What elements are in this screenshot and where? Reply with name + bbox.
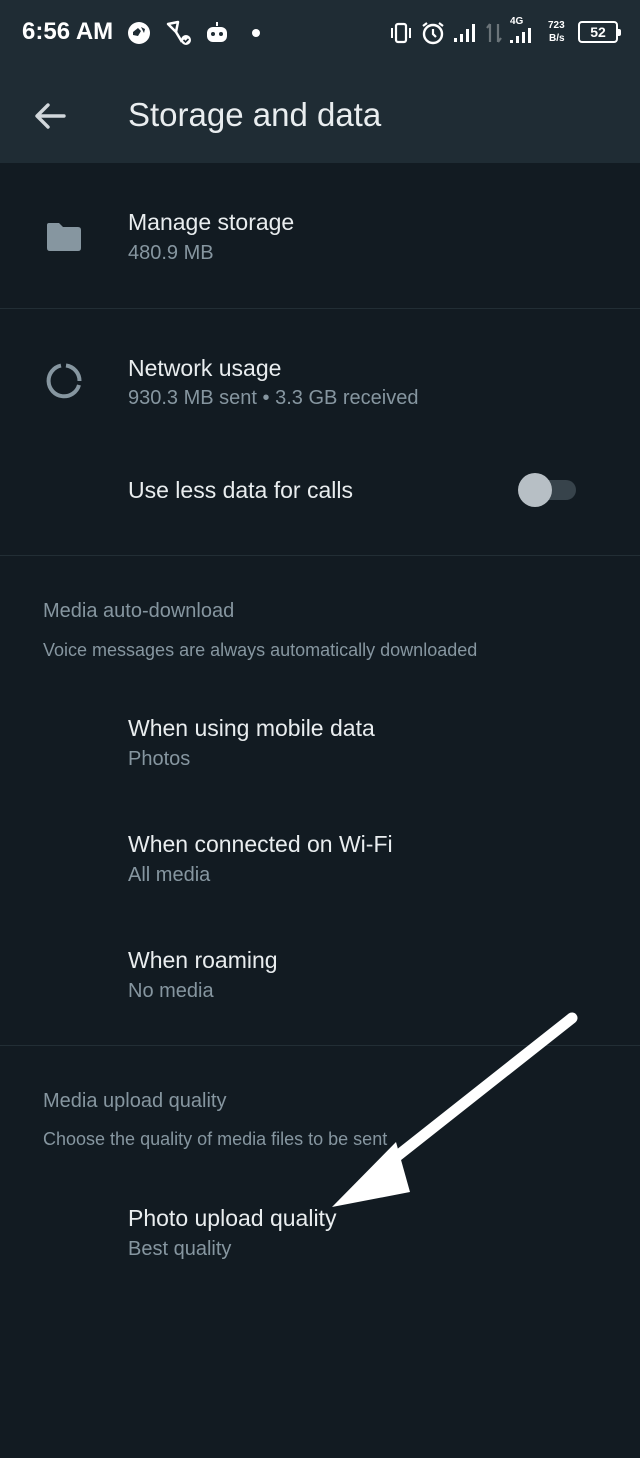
auto-download-description: Voice messages are always automatically … xyxy=(43,640,478,660)
arrow-left-icon[interactable] xyxy=(30,96,70,136)
network-type-label: 4G xyxy=(510,16,524,27)
use-less-data-toggle[interactable] xyxy=(518,473,578,507)
mobile-data-title: When using mobile data xyxy=(128,715,375,741)
manage-storage-size: 480.9 MB xyxy=(128,242,214,264)
manage-storage-title: Manage storage xyxy=(128,209,295,235)
mobile-data-value: Photos xyxy=(128,748,191,770)
vibrate-icon xyxy=(391,22,411,44)
network-usage-title: Network usage xyxy=(128,355,282,381)
toggle-thumb xyxy=(518,473,552,507)
use-less-data-label: Use less data for calls xyxy=(128,477,353,503)
folder-icon xyxy=(47,223,81,251)
route-icon xyxy=(166,20,191,45)
network-speed-unit: B/s xyxy=(549,33,565,44)
page-title: Storage and data xyxy=(128,96,382,133)
network-usage-stats: 930.3 MB sent • 3.3 GB received xyxy=(128,387,419,409)
wifi-title: When connected on Wi-Fi xyxy=(128,831,393,857)
signal-icon xyxy=(454,24,475,42)
divider xyxy=(0,555,640,556)
top-bar: 6:56 AM 4G 723 B/s 52 Storage and data xyxy=(0,0,640,163)
alarm-icon xyxy=(422,22,444,45)
roaming-row[interactable]: When roaming No media xyxy=(0,912,640,1024)
divider xyxy=(0,1045,640,1046)
mobile-data-row[interactable]: When using mobile data Photos xyxy=(0,680,640,792)
auto-download-heading: Media auto-download xyxy=(43,600,235,622)
signal-4g-icon xyxy=(510,28,531,43)
status-time: 6:56 AM xyxy=(22,18,114,45)
status-bar: 6:56 AM 4G 723 B/s 52 xyxy=(0,0,640,66)
upload-quality-heading: Media upload quality xyxy=(43,1090,227,1112)
upload-quality-description: Choose the quality of media files to be … xyxy=(43,1129,388,1149)
android-bot-icon xyxy=(207,22,227,42)
roaming-title: When roaming xyxy=(128,947,278,973)
network-usage-row[interactable]: Network usage 930.3 MB sent • 3.3 GB rec… xyxy=(0,309,640,439)
vpn-globe-icon xyxy=(128,22,150,44)
wifi-row[interactable]: When connected on Wi-Fi All media xyxy=(0,796,640,908)
manage-storage-row[interactable]: Manage storage 480.9 MB xyxy=(0,163,640,308)
data-arrows-icon xyxy=(486,23,502,43)
photo-upload-quality-value: Best quality xyxy=(128,1238,232,1260)
battery-indicator: 52 xyxy=(578,21,621,43)
photo-upload-quality-row[interactable]: Photo upload quality Best quality xyxy=(0,1170,640,1282)
roaming-value: No media xyxy=(128,980,214,1002)
photo-upload-quality-title: Photo upload quality xyxy=(128,1205,337,1231)
dot-icon xyxy=(252,29,260,37)
wifi-value: All media xyxy=(128,864,211,886)
network-speed-value: 723 xyxy=(548,20,565,31)
data-usage-icon xyxy=(46,363,82,399)
